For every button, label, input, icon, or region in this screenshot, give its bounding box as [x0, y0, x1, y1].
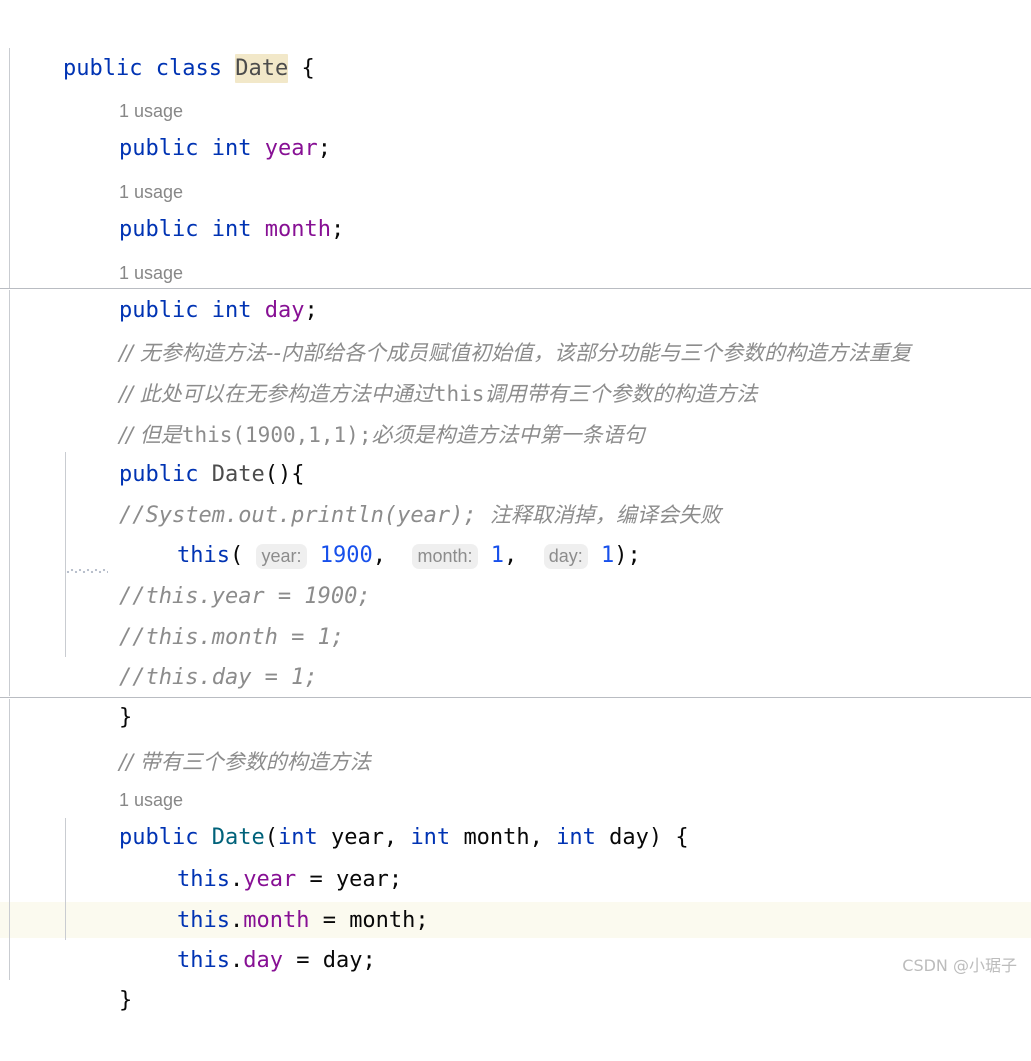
inlay-usage-hint-day[interactable]: 1 usage: [0, 213, 1031, 283]
watermark-credit: CSDN @小琚子: [902, 956, 1017, 975]
code-line-noarg-constructor-signature[interactable]: public Date(){: [0, 415, 1031, 487]
code-line-commented-assign-day[interactable]: //this.day = 1;: [0, 618, 1031, 690]
code-line-comment-three-arg-ctor[interactable]: // 带有三个参数的构造方法: [0, 702, 1031, 774]
code-line-field-month[interactable]: public int month;: [0, 170, 1031, 242]
code-line-three-arg-constructor-signature[interactable]: public Date(int year, int month, int day…: [0, 778, 1031, 850]
typo-squiggle-underline: [66, 569, 108, 573]
section-separator-1: [0, 288, 1031, 289]
inlay-usage-hint-year[interactable]: 1 usage: [0, 51, 1031, 121]
inlay-usage-hint-month[interactable]: 1 usage: [0, 132, 1031, 202]
code-line-close-three-arg-constructor[interactable]: }: [0, 941, 1031, 1013]
code-line-close-noarg-constructor[interactable]: }: [0, 658, 1031, 730]
brace-close: }: [118, 988, 133, 1013]
code-line-this-delegating-call[interactable]: this( year: 1900, month: 1, day: 1);: [0, 496, 1031, 569]
code-line-commented-assign-year[interactable]: //this.year = 1900;: [0, 537, 1031, 609]
code-line-comment-noarg-ctor[interactable]: // 无参构造方法--内部给各个成员赋值初始值，该部分功能与三个参数的构造方法重…: [0, 293, 1031, 365]
code-line-field-day[interactable]: public int day;: [0, 251, 1031, 323]
code-line-field-year[interactable]: public int year;: [0, 89, 1031, 161]
code-line-assign-year[interactable]: this.year = year;: [0, 820, 1031, 892]
code-line-assign-day[interactable]: this.day = day;: [0, 901, 1031, 973]
code-line-commented-println[interactable]: //System.out.println(year); 注释取消掉，编译会失败: [0, 455, 1031, 528]
inlay-usage-hint-constructor[interactable]: 1 usage: [0, 740, 1031, 810]
code-line-class-declaration[interactable]: public class Date {: [0, 9, 1031, 83]
section-separator-2: [0, 697, 1031, 698]
code-line-commented-assign-month[interactable]: //this.month = 1;: [0, 578, 1031, 650]
code-line-comment-first-statement[interactable]: // 但是this(1900,1,1);必须是构造方法中第一条语句: [0, 375, 1031, 447]
code-line-assign-month[interactable]: this.month = month;: [0, 861, 1031, 933]
code-line-comment-this-call[interactable]: // 此处可以在无参构造方法中通过this调用带有三个参数的构造方法: [0, 334, 1031, 406]
code-editor[interactable]: public class Date { 1 usage public int y…: [0, 0, 1031, 1013]
